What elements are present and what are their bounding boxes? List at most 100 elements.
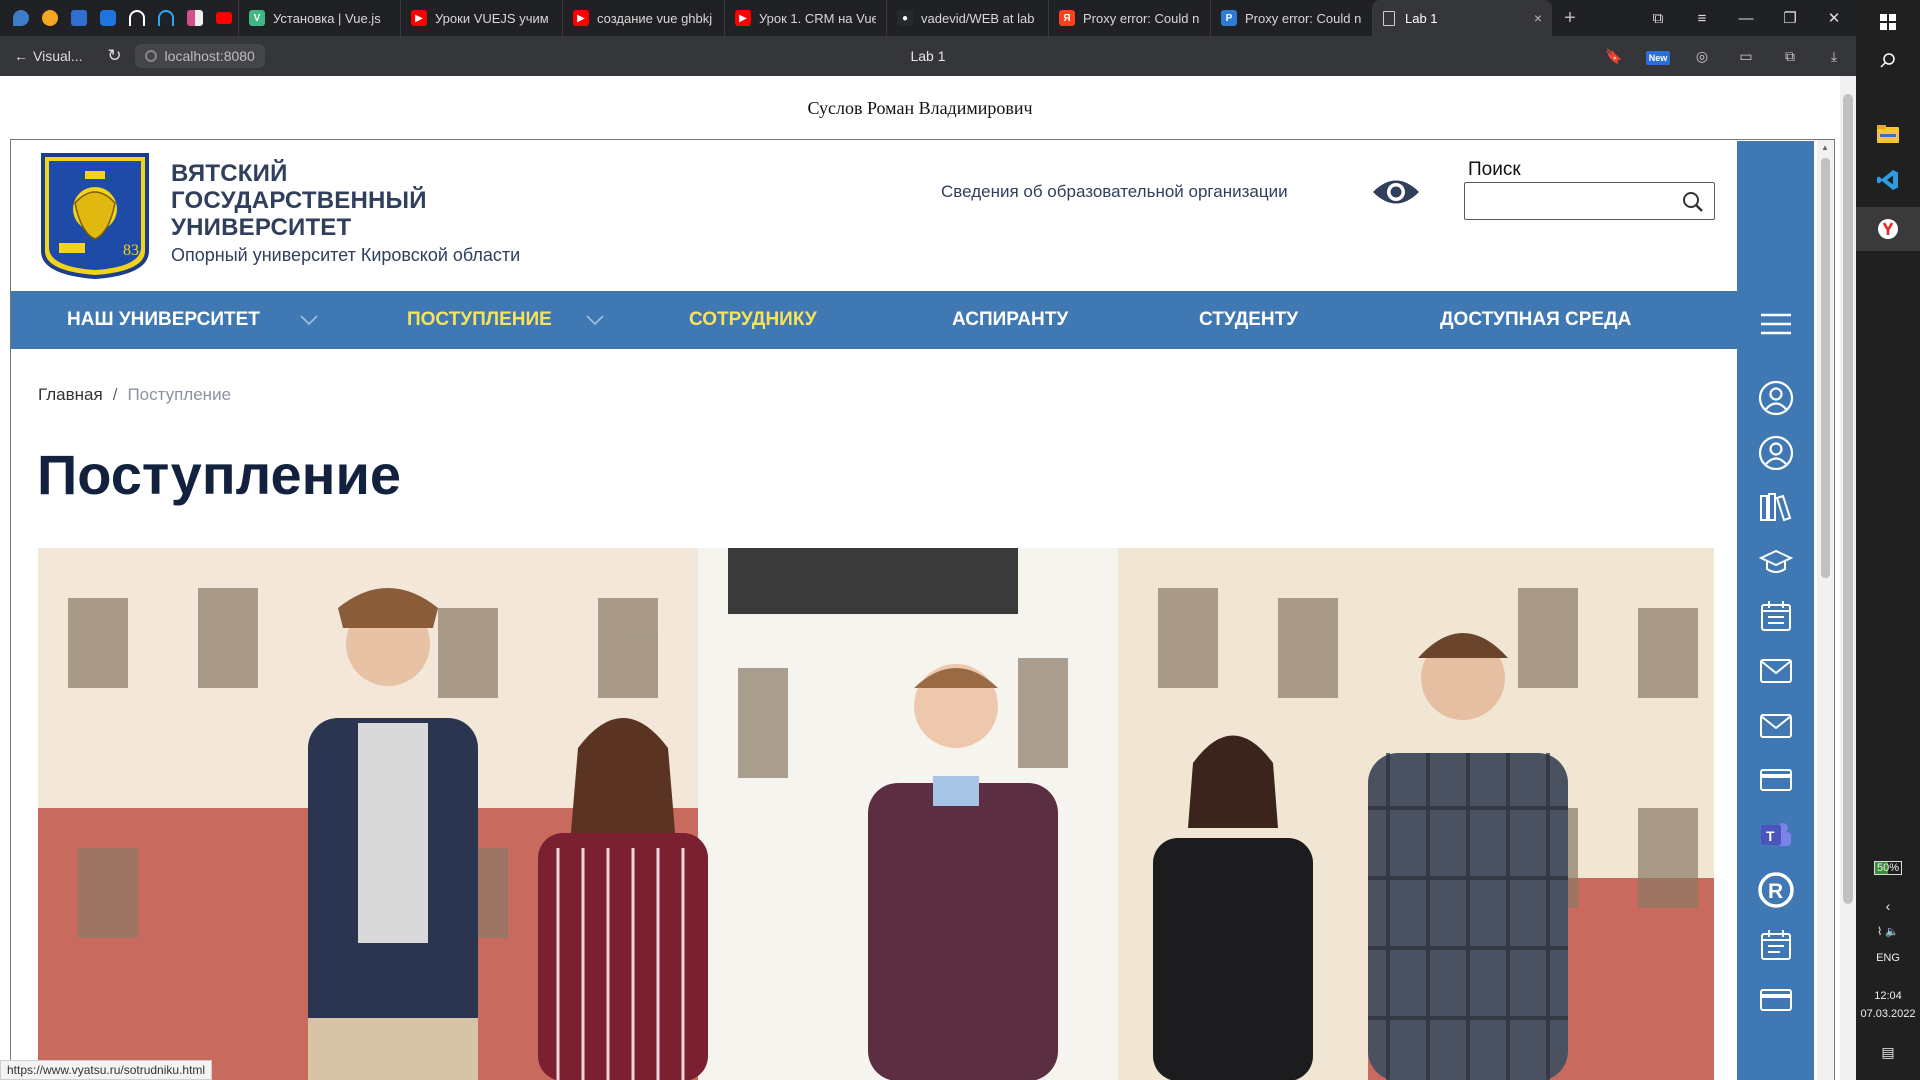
university-site: 83 ВЯТСКИЙ ГОСУДАРСТВЕННЫЙ УНИВЕРСИТЕТ О… — [11, 140, 1817, 1080]
scrollbar-thumb[interactable] — [1821, 158, 1830, 578]
browser-tab[interactable]: ▶ Урок 1. CRM на Vue — [724, 0, 886, 36]
browser-tab[interactable]: V Установка | Vue.js — [238, 0, 400, 36]
pinned-tab[interactable] — [64, 0, 93, 36]
inner-scrollbar[interactable]: ▲ — [1817, 140, 1834, 1080]
browser-menu-icon[interactable]: ≡ — [1680, 10, 1724, 27]
headphones-blue-icon — [157, 10, 174, 26]
back-button[interactable]: ← Visual... — [0, 48, 95, 64]
page-heading: Поступление — [37, 443, 402, 506]
pinned-tab[interactable] — [6, 0, 35, 36]
news-icon[interactable]: New — [1636, 48, 1680, 65]
close-tab-icon[interactable]: × — [1534, 10, 1542, 26]
search-input[interactable] — [1464, 182, 1715, 220]
page-scrollbar[interactable] — [1840, 76, 1856, 1080]
breadcrumb-home[interactable]: Главная — [38, 385, 103, 404]
network-volume-icons[interactable]: ⌇ 🔈 — [1856, 925, 1920, 938]
tab-title: Proxy error: Could n — [1245, 10, 1362, 26]
tab-favicon-icon: ▶ — [573, 10, 589, 26]
url-field[interactable]: localhost:8080 — [134, 44, 265, 68]
pinned-tab[interactable] — [180, 0, 209, 36]
nav-item-accessibility[interactable]: ДОСТУПНАЯ СРЕДА — [1440, 291, 1631, 349]
reload-icon[interactable]: ↻ — [95, 46, 135, 66]
tab-favicon-icon: Я — [1059, 10, 1075, 26]
nav-item-admission[interactable]: ПОСТУПЛЕНИЕ — [407, 291, 604, 349]
browser-tab[interactable]: ▶ Уроки VUEJS учим — [400, 0, 562, 36]
clock-time[interactable]: 12:04 — [1856, 990, 1920, 1002]
scrollbar-thumb[interactable] — [1843, 94, 1853, 904]
university-logo[interactable]: 83 — [39, 151, 151, 279]
browser-tab[interactable]: ▶ создание vue ghbkj — [562, 0, 724, 36]
user-circle-icon[interactable] — [1757, 434, 1795, 472]
university-subtitle: Опорный университет Кировской области — [171, 245, 521, 265]
nav-item-label: ПОСТУПЛЕНИЕ — [407, 309, 552, 330]
mail-icon[interactable] — [1757, 707, 1795, 745]
new-tab-button[interactable]: + — [1552, 7, 1588, 30]
graduation-cap-icon[interactable] — [1757, 543, 1795, 581]
site-info-icon[interactable] — [144, 50, 157, 62]
pin-icon-2 — [41, 10, 58, 26]
nav-item-student[interactable]: СТУДЕНТУ — [1199, 291, 1298, 349]
chevron-left-icon[interactable]: ‹ — [1856, 898, 1920, 914]
university-name: ВЯТСКИЙ ГОСУДАРСТВЕННЫЙ УНИВЕРСИТЕТ — [171, 160, 427, 241]
nav-item-staff[interactable]: СОТРУДНИКУ — [689, 291, 817, 349]
mail-icon[interactable] — [1757, 652, 1795, 690]
pinned-tab[interactable] — [35, 0, 64, 36]
battery-indicator[interactable]: 50% — [1856, 861, 1920, 875]
search-icon[interactable] — [1856, 38, 1920, 82]
restore-icon[interactable]: ❐ — [1768, 9, 1812, 27]
eye-icon[interactable] — [1371, 175, 1421, 209]
hero-photo — [38, 548, 1714, 1080]
breadcrumb-current: Поступление — [127, 385, 232, 404]
bookmark-icon[interactable]: 🔖 — [1592, 48, 1636, 65]
scroll-up-icon[interactable]: ▲ — [1821, 143, 1829, 152]
browser-tab[interactable]: P Proxy error: Could n — [1210, 0, 1372, 36]
tab-title: Уроки VUEJS учим — [435, 10, 549, 26]
language-indicator[interactable]: ENG — [1856, 952, 1920, 964]
download-icon[interactable]: ⤓ — [1812, 48, 1856, 65]
incognito-icon[interactable]: ◎ — [1680, 48, 1724, 65]
page-icon — [1383, 10, 1395, 26]
search-icon[interactable] — [1682, 191, 1704, 213]
pinned-tab[interactable] — [93, 0, 122, 36]
library-icon[interactable] — [1757, 488, 1795, 526]
calendar-icon[interactable] — [1757, 597, 1795, 635]
pinned-tab[interactable] — [209, 0, 238, 36]
address-bar: ← Visual... ↻ localhost:8080 Lab 1 🔖 New… — [0, 36, 1856, 76]
chevron-down-icon[interactable] — [300, 315, 318, 325]
pinned-tab[interactable] — [151, 0, 180, 36]
browser-tab[interactable]: Я Proxy error: Could n — [1048, 0, 1210, 36]
card-icon[interactable] — [1757, 981, 1795, 1019]
page-title-display: Lab 1 — [910, 48, 946, 64]
card-icon[interactable] — [1757, 761, 1795, 799]
clock-date[interactable]: 07.03.2022 — [1856, 1008, 1920, 1020]
collections-icon[interactable]: ⧉ — [1768, 48, 1812, 65]
university-name-line: ГОСУДАРСТВЕННЫЙ — [171, 187, 427, 214]
minimize-icon[interactable]: — — [1724, 10, 1768, 27]
tab-favicon-icon: ● — [897, 10, 913, 26]
nav-item-label: АСПИРАНТУ — [952, 309, 1069, 330]
browser-tab[interactable]: ● vadevid/WEB at lab — [886, 0, 1048, 36]
battery-saver-icon[interactable]: ▭ — [1724, 48, 1768, 65]
registered-icon[interactable]: R — [1757, 871, 1795, 909]
tab-title: Proxy error: Could n — [1083, 10, 1200, 26]
notifications-icon[interactable]: ▤ — [1856, 1044, 1920, 1061]
tab-favicon-icon: ▶ — [735, 10, 751, 26]
file-explorer-icon[interactable] — [1856, 112, 1920, 156]
chevron-down-icon[interactable] — [586, 315, 604, 325]
menu-icon[interactable] — [1757, 305, 1795, 343]
close-window-icon[interactable]: ✕ — [1812, 9, 1856, 27]
nav-item-university[interactable]: НАШ УНИВЕРСИТЕТ — [67, 291, 318, 349]
back-label: Visual... — [33, 48, 83, 64]
yandex-browser-icon[interactable] — [1856, 207, 1920, 251]
tab-manager-icon[interactable]: ⧉ — [1636, 10, 1680, 27]
user-circle-icon[interactable] — [1757, 379, 1795, 417]
nav-item-postgraduate[interactable]: АСПИРАНТУ — [952, 291, 1068, 349]
teams-icon[interactable]: T — [1757, 816, 1795, 854]
org-info-link[interactable]: Сведения об образовательной организации — [941, 182, 1288, 202]
tab-active[interactable]: Lab 1 × — [1372, 0, 1552, 36]
nav-item-label: СТУДЕНТУ — [1199, 309, 1299, 330]
schedule-icon[interactable] — [1757, 926, 1795, 964]
headphones-icon — [128, 10, 145, 26]
vscode-icon[interactable] — [1856, 158, 1920, 202]
pinned-tab[interactable] — [122, 0, 151, 36]
